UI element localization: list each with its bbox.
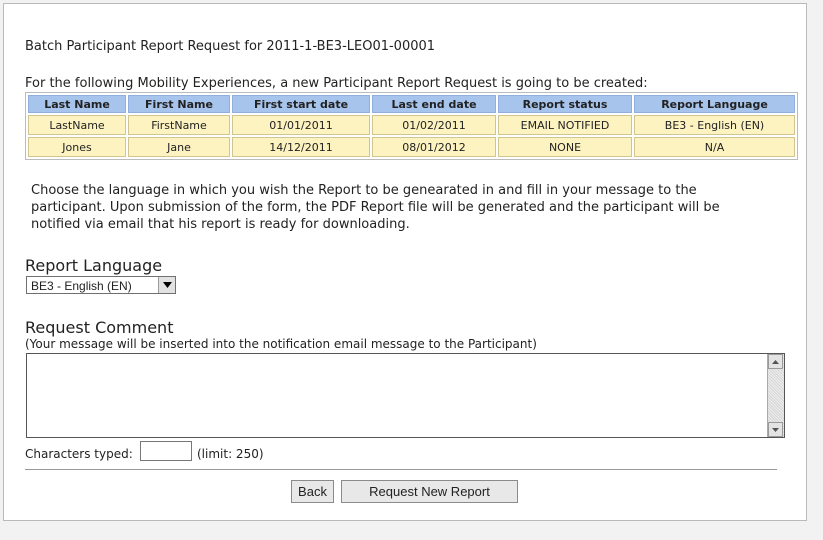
table-header-row: Last Name First Name First start date La… [28, 95, 795, 113]
cell-last-name: LastName [28, 115, 126, 135]
cell-last-name: Jones [28, 137, 126, 157]
report-language-select[interactable]: BE3 - English (EN) [26, 276, 176, 294]
col-last-name: Last Name [28, 95, 126, 113]
col-first-start-date: First start date [232, 95, 370, 113]
page-title: Batch Participant Report Request for 201… [25, 39, 436, 54]
intro-text: For the following Mobility Experiences, … [25, 76, 648, 91]
cell-first-start-date: 01/01/2011 [232, 115, 370, 135]
divider [25, 469, 777, 470]
cell-last-end-date: 01/02/2011 [372, 115, 496, 135]
cell-report-status: NONE [498, 137, 632, 157]
cell-first-name: Jane [128, 137, 230, 157]
col-last-end-date: Last end date [372, 95, 496, 113]
cell-last-end-date: 08/01/2012 [372, 137, 496, 157]
request-comment-hint: (Your message will be inserted into the … [25, 337, 537, 351]
request-comment-label: Request Comment [25, 318, 174, 337]
col-report-language: Report Language [634, 95, 795, 113]
col-first-name: First Name [128, 95, 230, 113]
instructions-text: Choose the language in which you wish th… [31, 183, 720, 232]
cell-first-name: FirstName [128, 115, 230, 135]
mobility-table: Last Name First Name First start date La… [25, 92, 798, 160]
request-comment-textarea[interactable] [26, 353, 785, 438]
scroll-up-icon[interactable] [768, 354, 783, 369]
chevron-down-icon[interactable] [158, 277, 175, 293]
characters-limit: (limit: 250) [197, 447, 264, 461]
back-button[interactable]: Back [291, 480, 334, 503]
col-report-status: Report status [498, 95, 632, 113]
cell-report-language: BE3 - English (EN) [634, 115, 795, 135]
scroll-down-icon[interactable] [768, 422, 783, 437]
cell-report-language: N/A [634, 137, 795, 157]
table-row: Jones Jane 14/12/2011 08/01/2012 NONE N/… [28, 137, 795, 157]
report-language-value: BE3 - English (EN) [31, 279, 132, 293]
report-language-label: Report Language [25, 256, 163, 275]
characters-typed-label: Characters typed: [25, 447, 133, 461]
form-panel: Batch Participant Report Request for 201… [3, 3, 807, 521]
textarea-scrollbar[interactable] [767, 354, 784, 437]
characters-typed-field [140, 441, 192, 461]
request-new-report-button[interactable]: Request New Report [341, 480, 518, 503]
cell-report-status: EMAIL NOTIFIED [498, 115, 632, 135]
table-row: LastName FirstName 01/01/2011 01/02/2011… [28, 115, 795, 135]
cell-first-start-date: 14/12/2011 [232, 137, 370, 157]
